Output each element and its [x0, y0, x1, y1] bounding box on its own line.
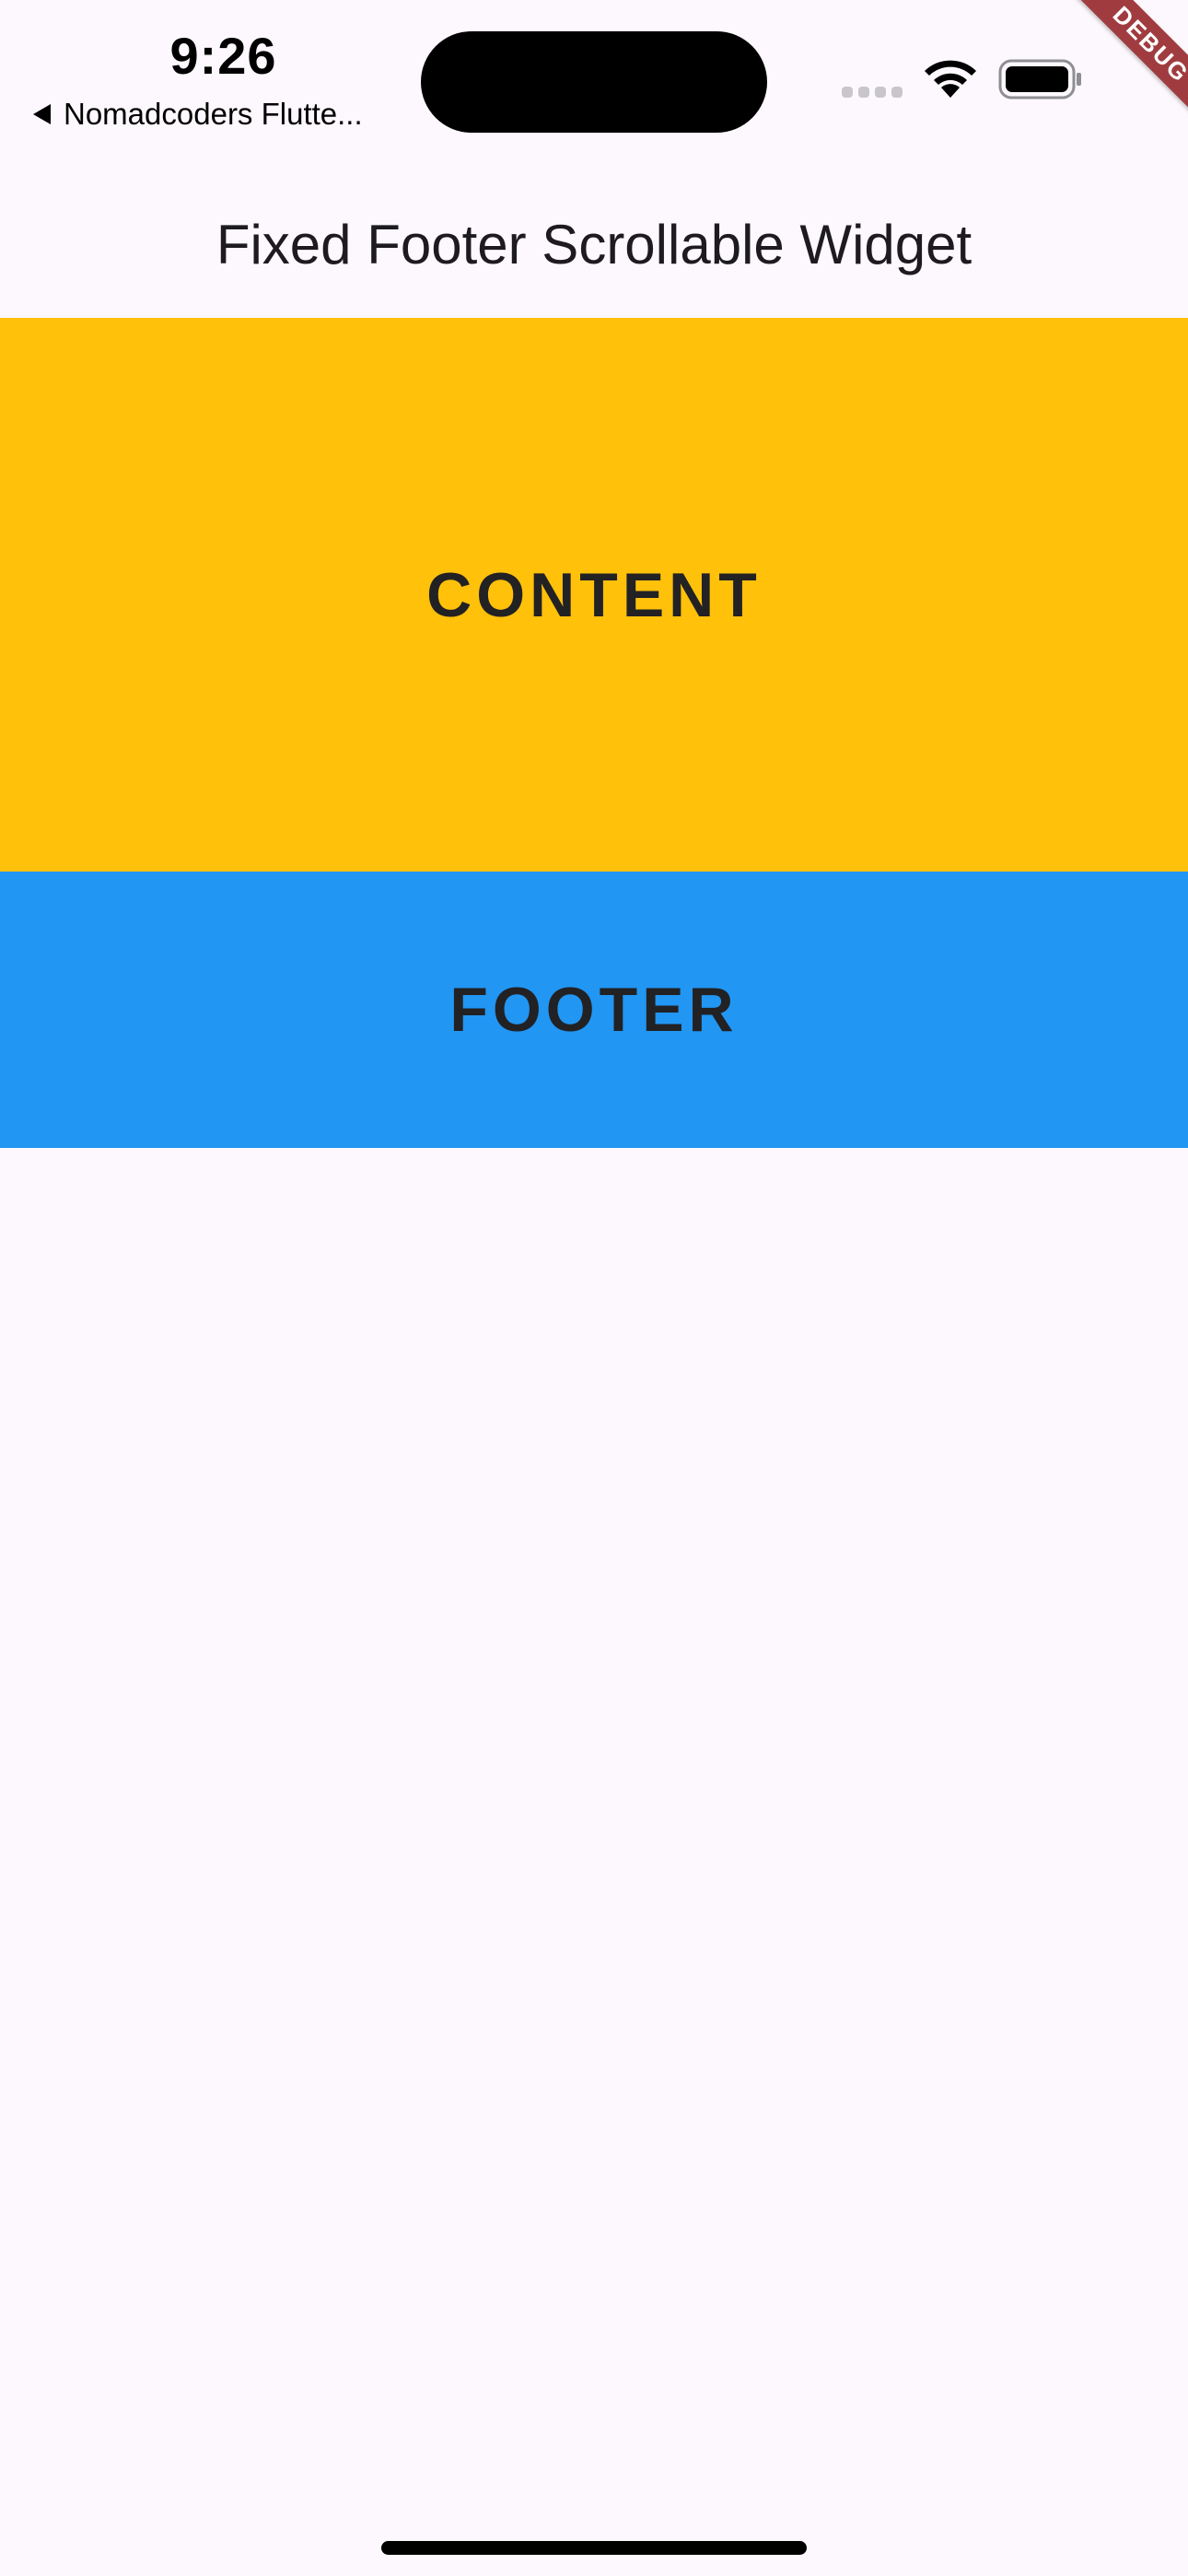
content-label: CONTENT [426, 559, 762, 630]
home-indicator[interactable] [381, 2541, 807, 2555]
dynamic-island [421, 31, 767, 133]
wifi-icon [925, 60, 976, 98]
battery-icon [998, 59, 1081, 100]
debug-banner: DEBUG [1073, 0, 1188, 123]
back-arrow-icon [33, 104, 51, 124]
footer-section: FOOTER [0, 872, 1188, 1148]
page-title: Fixed Footer Scrollable Widget [215, 213, 973, 275]
app-screen: 9:26 Nomadcoders Flutte... DEBUG Fixed F… [0, 0, 1188, 2576]
back-app-label: Nomadcoders Flutte... [64, 97, 363, 131]
content-section: CONTENT [0, 318, 1188, 872]
status-time: 9:26 [169, 27, 277, 85]
app-bar: Fixed Footer Scrollable Widget [0, 184, 1188, 304]
back-to-app-button[interactable]: Nomadcoders Flutte... [33, 94, 363, 135]
footer-label: FOOTER [449, 975, 739, 1045]
cellular-signal-icon [842, 87, 903, 98]
